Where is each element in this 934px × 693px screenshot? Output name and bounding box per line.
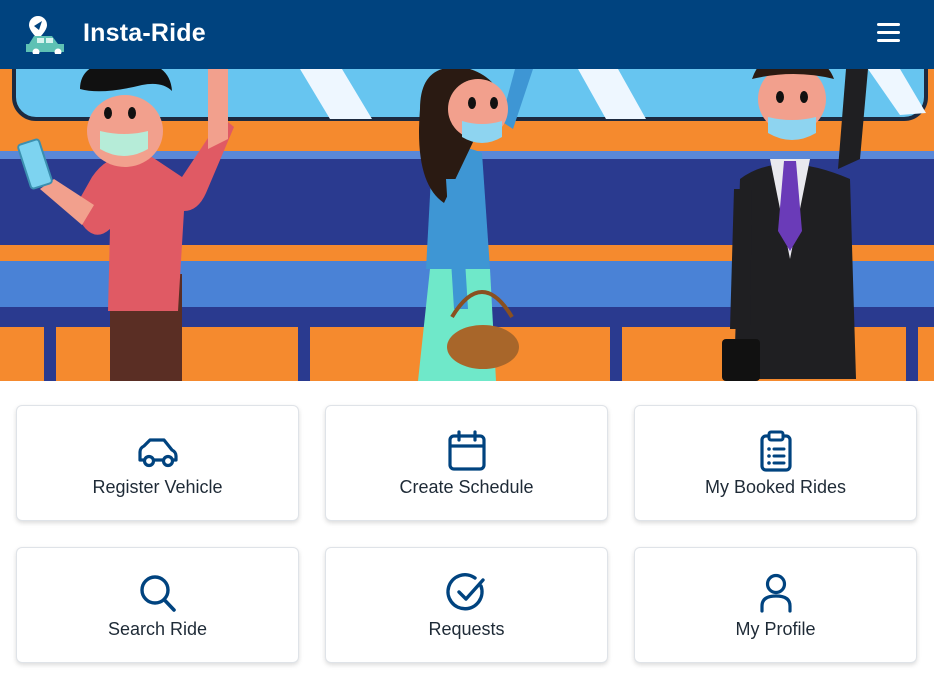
commuters-on-bus-illustration bbox=[0, 69, 934, 381]
my-booked-rides-button[interactable]: My Booked Rides bbox=[634, 405, 917, 521]
tile-label: My Profile bbox=[735, 619, 816, 639]
hamburger-menu-icon[interactable] bbox=[872, 18, 906, 46]
search-icon bbox=[136, 572, 180, 614]
requests-button[interactable]: Requests bbox=[325, 547, 608, 663]
tile-label: My Booked Rides bbox=[704, 477, 847, 497]
car-with-location-pin-icon[interactable] bbox=[24, 14, 68, 56]
clipboard-list-icon bbox=[754, 430, 798, 472]
check-circle-icon bbox=[445, 572, 489, 614]
car-icon bbox=[136, 430, 180, 472]
tile-label: Requests bbox=[428, 619, 505, 639]
user-icon bbox=[754, 572, 798, 614]
search-ride-button[interactable]: Search Ride bbox=[16, 547, 299, 663]
tile-label: Create Schedule bbox=[399, 477, 534, 497]
create-schedule-button[interactable]: Create Schedule bbox=[325, 405, 608, 521]
tile-label: Search Ride bbox=[107, 619, 208, 639]
my-profile-button[interactable]: My Profile bbox=[634, 547, 917, 663]
calendar-icon bbox=[445, 430, 489, 472]
register-vehicle-button[interactable]: Register Vehicle bbox=[16, 405, 299, 521]
app-title: Insta-Ride bbox=[83, 19, 206, 47]
tile-label: Register Vehicle bbox=[92, 477, 223, 497]
app-header: Insta-Ride bbox=[0, 0, 934, 69]
